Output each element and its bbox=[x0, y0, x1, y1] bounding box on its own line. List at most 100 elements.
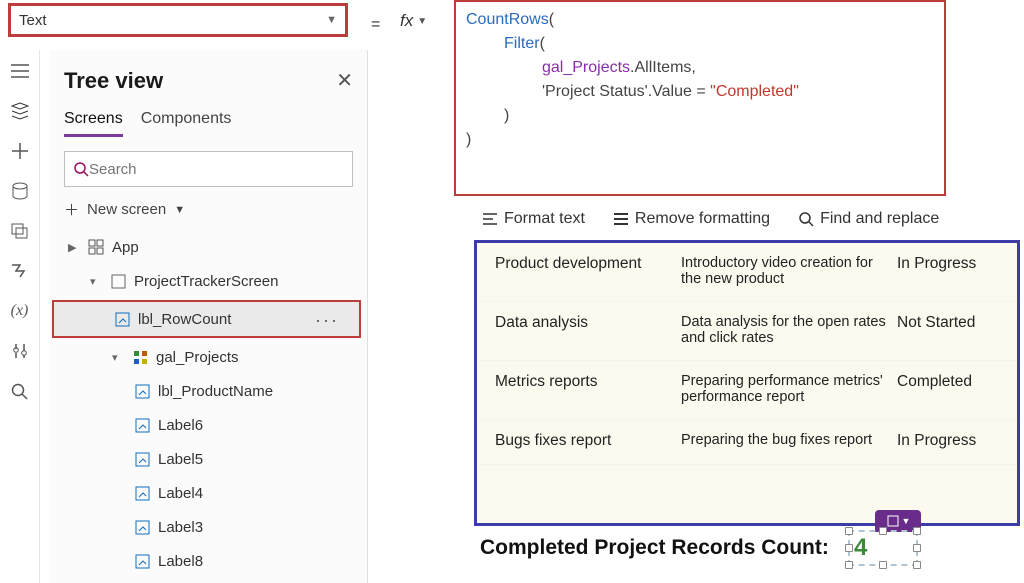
resize-handle[interactable] bbox=[879, 527, 887, 535]
formula-token: .Value = bbox=[648, 83, 710, 100]
property-dropdown[interactable]: Text ▼ bbox=[8, 3, 348, 37]
tree-node-label: Label6 bbox=[158, 417, 353, 434]
data-icon[interactable] bbox=[11, 182, 29, 200]
tree-tabs: Screens Components bbox=[64, 110, 353, 137]
find-replace-button[interactable]: Find and replace bbox=[798, 210, 939, 228]
chevron-down-icon: ▾ bbox=[112, 351, 124, 364]
formula-token: .AllItems, bbox=[630, 59, 696, 76]
gallery-row[interactable]: Product development Introductory video c… bbox=[477, 243, 1017, 302]
more-icon[interactable]: ··· bbox=[315, 310, 339, 331]
chevron-down-icon: ▼ bbox=[174, 204, 185, 216]
remove-formatting-label: Remove formatting bbox=[635, 210, 770, 228]
resize-handle[interactable] bbox=[913, 544, 921, 552]
formula-token: Filter bbox=[504, 35, 540, 52]
formula-token: ) bbox=[504, 107, 509, 124]
chevron-down-icon: ▼ bbox=[326, 14, 337, 26]
gallery-cell-desc: Introductory video creation for the new … bbox=[681, 255, 897, 287]
label-icon bbox=[134, 383, 150, 399]
plus-icon: ＋ bbox=[64, 199, 79, 220]
tree-search-input[interactable] bbox=[89, 161, 344, 178]
label-icon bbox=[134, 417, 150, 433]
label-icon bbox=[114, 311, 130, 327]
label-icon bbox=[134, 553, 150, 569]
tree-node-label: App bbox=[112, 239, 353, 256]
tree-node-label: ProjectTrackerScreen bbox=[134, 273, 353, 290]
tab-screens[interactable]: Screens bbox=[64, 110, 123, 137]
gallery-row[interactable]: Bugs fixes report Preparing the bug fixe… bbox=[477, 420, 1017, 465]
new-screen-label: New screen bbox=[87, 201, 166, 218]
label-icon bbox=[134, 519, 150, 535]
fx-dropdown[interactable]: fx ▼ bbox=[400, 11, 427, 31]
close-icon[interactable]: ✕ bbox=[336, 68, 353, 93]
tree-node-child[interactable]: Label3 bbox=[64, 510, 353, 544]
formula-action-bar: Format text Remove formatting Find and r… bbox=[454, 205, 964, 233]
tree-node-label: gal_Projects bbox=[156, 349, 353, 366]
fx-icon: fx bbox=[400, 11, 413, 31]
label-icon bbox=[134, 451, 150, 467]
advanced-tools-icon[interactable] bbox=[11, 342, 29, 360]
gallery-cell-name: Data analysis bbox=[495, 314, 681, 346]
resize-handle[interactable] bbox=[879, 561, 887, 569]
formula-token: "Completed" bbox=[710, 83, 799, 100]
resize-handle[interactable] bbox=[913, 527, 921, 535]
tree-node-app[interactable]: ▶ App bbox=[64, 230, 353, 264]
tree-node-gallery[interactable]: ▾ gal_Projects bbox=[64, 340, 353, 374]
count-value-control[interactable]: 4 bbox=[848, 530, 918, 566]
remove-formatting-button[interactable]: Remove formatting bbox=[613, 210, 770, 228]
tree-selected-wrap: lbl_RowCount ··· bbox=[52, 300, 361, 338]
resize-handle[interactable] bbox=[845, 561, 853, 569]
format-text-label: Format text bbox=[504, 210, 585, 228]
chevron-down-icon: ▼ bbox=[902, 516, 911, 526]
chevron-down-icon: ▾ bbox=[90, 275, 102, 288]
gallery-cell-desc: Data analysis for the open rates and cli… bbox=[681, 314, 897, 346]
property-dropdown-value: Text bbox=[19, 12, 47, 29]
gallery-row[interactable]: Metrics reports Preparing performance me… bbox=[477, 361, 1017, 420]
tree-list: ▶ App ▾ ProjectTrackerScreen lbl_RowCoun… bbox=[64, 230, 353, 578]
media-icon[interactable] bbox=[11, 222, 29, 240]
find-replace-label: Find and replace bbox=[820, 210, 939, 228]
tree-search[interactable] bbox=[64, 151, 353, 187]
formula-bar[interactable]: CountRows( Filter( gal_Projects.AllItems… bbox=[454, 0, 946, 196]
screen-icon bbox=[110, 273, 126, 289]
resize-handle[interactable] bbox=[845, 527, 853, 535]
tree-node-label: Label3 bbox=[158, 519, 353, 536]
tree-node-child[interactable]: lbl_ProductName bbox=[64, 374, 353, 408]
tree-node-child[interactable]: Label8 bbox=[64, 544, 353, 578]
tree-view-panel: Tree view ✕ Screens Components ＋ New scr… bbox=[50, 50, 368, 583]
tree-view-title: Tree view bbox=[64, 68, 353, 94]
gallery-preview[interactable]: Product development Introductory video c… bbox=[474, 240, 1020, 526]
edit-icon bbox=[886, 514, 900, 528]
count-value: 4 bbox=[854, 534, 867, 562]
tab-components[interactable]: Components bbox=[141, 110, 232, 137]
tree-view-icon[interactable] bbox=[11, 102, 29, 120]
gallery-row[interactable]: Data analysis Data analysis for the open… bbox=[477, 302, 1017, 361]
formula-token: ( bbox=[540, 35, 545, 52]
gallery-cell-desc: Preparing performance metrics' performan… bbox=[681, 373, 897, 405]
tree-node-child[interactable]: Label4 bbox=[64, 476, 353, 510]
tree-node-child[interactable]: Label6 bbox=[64, 408, 353, 442]
gallery-cell-name: Product development bbox=[495, 255, 681, 287]
gallery-cell-name: Metrics reports bbox=[495, 373, 681, 405]
plus-icon[interactable] bbox=[11, 142, 29, 160]
tree-node-child[interactable]: Label5 bbox=[64, 442, 353, 476]
search-icon bbox=[73, 161, 89, 177]
hamburger-icon[interactable] bbox=[11, 62, 29, 80]
gallery-cell-name: Bugs fixes report bbox=[495, 432, 681, 450]
power-automate-icon[interactable] bbox=[11, 262, 29, 280]
formula-token: 'Project Status' bbox=[542, 83, 648, 100]
count-label: Completed Project Records Count: bbox=[480, 536, 829, 560]
tree-node-label: lbl_ProductName bbox=[158, 383, 353, 400]
formula-token: ( bbox=[549, 11, 554, 28]
formula-token: gal_Projects bbox=[542, 59, 630, 76]
tree-node-selected[interactable]: lbl_RowCount bbox=[54, 302, 359, 336]
resize-handle[interactable] bbox=[913, 561, 921, 569]
new-screen-button[interactable]: ＋ New screen ▼ bbox=[64, 199, 353, 220]
resize-handle[interactable] bbox=[845, 544, 853, 552]
equals-sign: = bbox=[371, 16, 380, 34]
format-text-button[interactable]: Format text bbox=[482, 210, 585, 228]
tree-node-screen[interactable]: ▾ ProjectTrackerScreen bbox=[64, 264, 353, 298]
search-rail-icon[interactable] bbox=[11, 382, 29, 400]
gallery-cell-desc: Preparing the bug fixes report bbox=[681, 432, 897, 450]
variables-icon[interactable]: (x) bbox=[11, 302, 29, 320]
left-rail: (x) bbox=[0, 50, 40, 583]
